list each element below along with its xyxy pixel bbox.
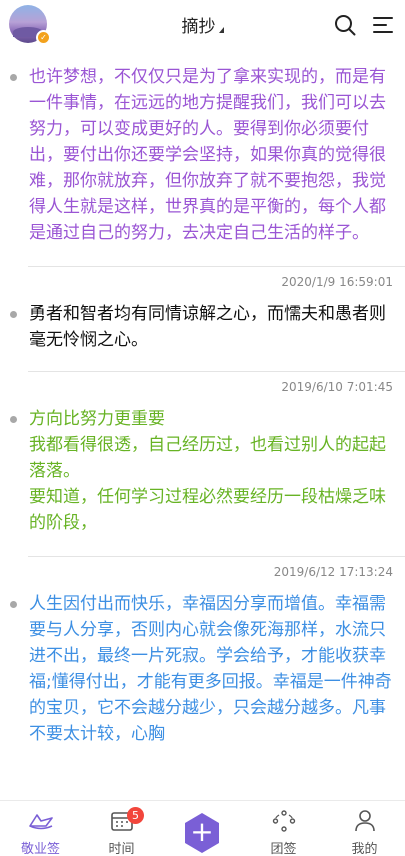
tab-mine[interactable]: 我的 xyxy=(324,801,405,856)
paper-boat-icon xyxy=(28,814,53,830)
list-item[interactable]: 勇者和智者均有同情谅解之心，而懦夫和愚者则毫无怜悯之心。 xyxy=(0,297,405,353)
tab-label: 我的 xyxy=(351,842,378,856)
team-icon xyxy=(272,810,295,832)
entry-timestamp: 2019/6/12 17:13:24 xyxy=(273,565,393,579)
tab-label: 团签 xyxy=(270,842,297,856)
tab-team[interactable]: 团签 xyxy=(243,801,324,856)
entry-text: 也许梦想，不仅仅只是为了拿来实现的，而是有一件事情，在远远的地方提醒我们，我们可… xyxy=(29,67,386,243)
menu-icon[interactable] xyxy=(371,13,395,37)
page-title: 摘抄 xyxy=(181,17,216,37)
user-icon xyxy=(354,810,375,832)
caret-icon xyxy=(218,27,224,33)
add-button[interactable]: + xyxy=(180,811,224,855)
bottom-tab-bar: 敬业签 5 时间 + 团签 我的 xyxy=(0,800,405,856)
app-header: ✓ 摘抄 xyxy=(0,0,405,52)
list-item[interactable]: 方向比努力更重要 我都看得很透，自己经历过，也看过别人的起起落落。 要知道，任何… xyxy=(0,402,405,536)
tab-label: 敬业签 xyxy=(20,842,60,856)
bullet-dot xyxy=(10,311,17,318)
list-item[interactable]: 人生因付出而快乐，幸福因分享而增值。幸福需要与人分享，否则内心就会像死海那样，水… xyxy=(0,587,405,747)
bullet-dot xyxy=(10,601,17,608)
entry-text: 人生因付出而快乐，幸福因分享而增值。幸福需要与人分享，否则内心就会像死海那样，水… xyxy=(29,594,392,744)
excerpt-feed[interactable]: 也许梦想，不仅仅只是为了拿来实现的，而是有一件事情，在远远的地方提醒我们，我们可… xyxy=(0,52,405,800)
bullet-dot xyxy=(10,74,17,81)
list-item[interactable]: 也许梦想，不仅仅只是为了拿来实现的，而是有一件事情，在远远的地方提醒我们，我们可… xyxy=(0,52,405,246)
bullet-dot xyxy=(10,416,17,423)
tab-jingyeqian[interactable]: 敬业签 xyxy=(0,801,81,856)
tab-time[interactable]: 5 时间 xyxy=(81,801,162,856)
entry-text: 勇者和智者均有同情谅解之心，而懦夫和愚者则毫无怜悯之心。 xyxy=(29,304,386,350)
search-icon[interactable] xyxy=(333,13,357,37)
notification-badge: 5 xyxy=(127,807,144,824)
entry-timestamp: 2019/6/10 7:01:45 xyxy=(281,380,393,394)
entry-text: 方向比努力更重要 我都看得很透，自己经历过，也看过别人的起起落落。 要知道，任何… xyxy=(29,409,386,533)
tab-label: 时间 xyxy=(108,842,135,856)
entry-timestamp: 2020/1/9 16:59:01 xyxy=(281,275,393,289)
plus-icon: + xyxy=(190,815,214,848)
